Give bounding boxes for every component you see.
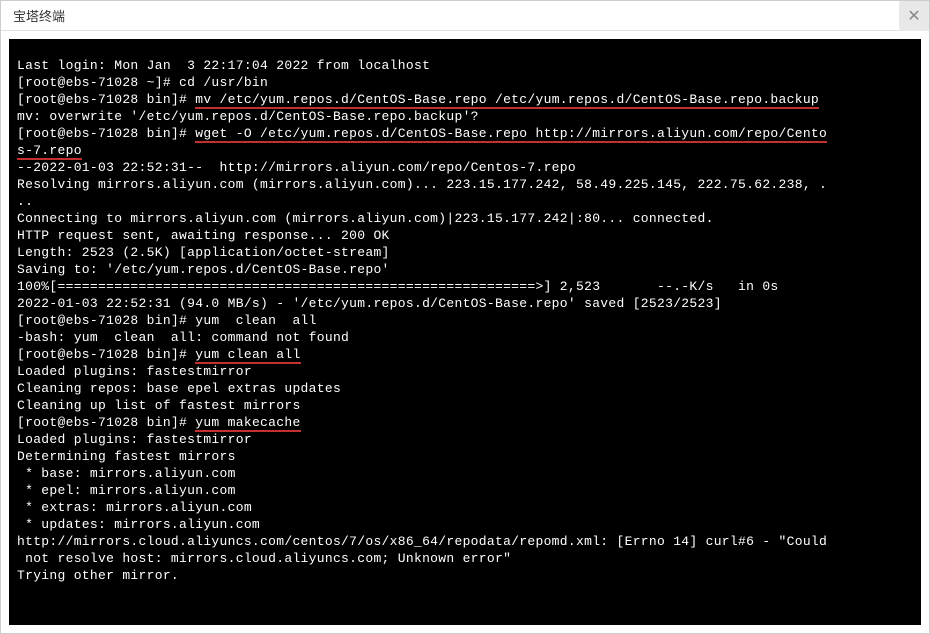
close-icon: ✕ xyxy=(907,6,920,26)
terminal-line: [root@ebs-71028 bin]# yum makecache xyxy=(17,414,913,431)
terminal-line: * base: mirrors.aliyun.com xyxy=(17,465,913,482)
terminal-line: mv: overwrite '/etc/yum.repos.d/CentOS-B… xyxy=(17,108,913,125)
terminal-line: Resolving mirrors.aliyun.com (mirrors.al… xyxy=(17,176,913,193)
terminal-line: [root@ebs-71028 bin]# yum clean all xyxy=(17,312,913,329)
prompt: [root@ebs-71028 bin]# xyxy=(17,415,195,430)
terminal-line: Length: 2523 (2.5K) [application/octet-s… xyxy=(17,244,913,261)
close-button[interactable]: ✕ xyxy=(899,1,929,31)
prompt: [root@ebs-71028 bin]# xyxy=(17,92,195,107)
terminal-line: Connecting to mirrors.aliyun.com (mirror… xyxy=(17,210,913,227)
terminal-line: Saving to: '/etc/yum.repos.d/CentOS-Base… xyxy=(17,261,913,278)
command-text: s-7.repo xyxy=(17,143,82,160)
prompt: [root@ebs-71028 bin]# xyxy=(17,126,195,141)
terminal-line: 100%[===================================… xyxy=(17,278,913,295)
terminal-line: [root@ebs-71028 ~]# cd /usr/bin xyxy=(17,74,913,91)
command-text: yum makecache xyxy=(195,415,300,432)
command-text: mv /etc/yum.repos.d/CentOS-Base.repo /et… xyxy=(195,92,819,109)
terminal-line: -bash: yum clean all: command not found xyxy=(17,329,913,346)
terminal-line: http://mirrors.cloud.aliyuncs.com/centos… xyxy=(17,533,913,550)
terminal-line: --2022-01-03 22:52:31-- http://mirrors.a… xyxy=(17,159,913,176)
terminal-line: [root@ebs-71028 bin]# yum clean all xyxy=(17,346,913,363)
terminal-line: * extras: mirrors.aliyun.com xyxy=(17,499,913,516)
terminal-line: HTTP request sent, awaiting response... … xyxy=(17,227,913,244)
command-text: yum clean all xyxy=(195,347,300,364)
prompt: [root@ebs-71028 bin]# xyxy=(17,347,195,362)
terminal-line: Loaded plugins: fastestmirror xyxy=(17,431,913,448)
terminal-line: Trying other mirror. xyxy=(17,567,913,584)
terminal-line: Cleaning up list of fastest mirrors xyxy=(17,397,913,414)
terminal-line: 2022-01-03 22:52:31 (94.0 MB/s) - '/etc/… xyxy=(17,295,913,312)
terminal-line: * updates: mirrors.aliyun.com xyxy=(17,516,913,533)
terminal-line: [root@ebs-71028 bin]# mv /etc/yum.repos.… xyxy=(17,91,913,108)
terminal-window: 宝塔终端 ✕ Last login: Mon Jan 3 22:17:04 20… xyxy=(0,0,930,634)
terminal-line: s-7.repo xyxy=(17,142,913,159)
terminal-line: Loaded plugins: fastestmirror xyxy=(17,363,913,380)
window-title: 宝塔终端 xyxy=(13,6,65,25)
terminal-line: [root@ebs-71028 bin]# wget -O /etc/yum.r… xyxy=(17,125,913,142)
terminal-line: Determining fastest mirrors xyxy=(17,448,913,465)
terminal-output[interactable]: Last login: Mon Jan 3 22:17:04 2022 from… xyxy=(9,39,921,625)
titlebar: 宝塔终端 ✕ xyxy=(1,1,929,31)
terminal-line: Cleaning repos: base epel extras updates xyxy=(17,380,913,397)
terminal-line: Last login: Mon Jan 3 22:17:04 2022 from… xyxy=(17,57,913,74)
command-text: wget -O /etc/yum.repos.d/CentOS-Base.rep… xyxy=(195,126,827,143)
terminal-line: not resolve host: mirrors.cloud.aliyuncs… xyxy=(17,550,913,567)
terminal-line: .. xyxy=(17,193,913,210)
terminal-line: * epel: mirrors.aliyun.com xyxy=(17,482,913,499)
